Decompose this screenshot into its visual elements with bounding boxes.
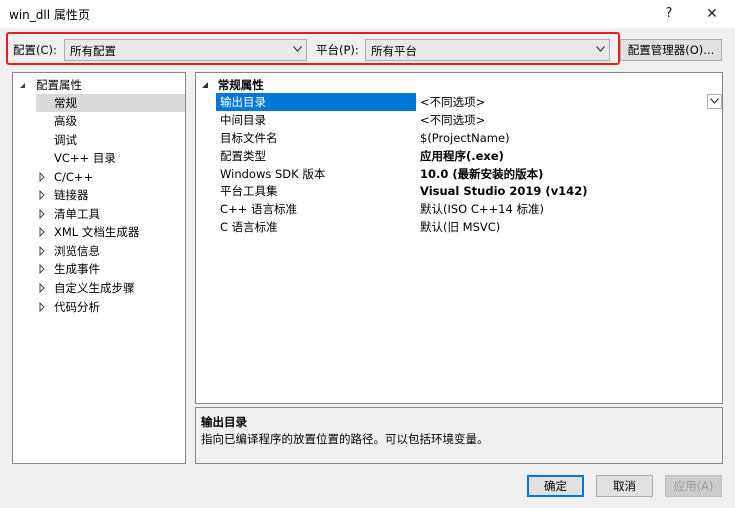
property-row-c-standard[interactable]: C 语言标准 默认(旧 MSVC)	[196, 218, 722, 236]
property-name: C 语言标准	[220, 220, 278, 234]
tree-item-manifest-tool[interactable]: 清单工具	[39, 205, 179, 223]
config-manager-button[interactable]: 配置管理器(O)...	[620, 39, 722, 61]
property-name: 中间目录	[220, 113, 266, 127]
cancel-button[interactable]: 取消	[596, 475, 653, 497]
property-grid: 常规属性 输出目录 <不同选项> 中间目录 <不同选项> 目标文件名 $(Pro…	[195, 72, 723, 404]
tree-item-debugging[interactable]: 调试	[54, 131, 174, 149]
config-select-value: 所有配置	[70, 44, 116, 58]
property-name: 平台工具集	[220, 184, 278, 198]
tree-item-label: 调试	[54, 133, 77, 147]
property-row-sdk-version[interactable]: Windows SDK 版本 10.0 (最新安装的版本)	[196, 165, 722, 183]
property-value[interactable]: $(ProjectName)	[420, 129, 710, 147]
tree-item-label: 清单工具	[54, 207, 100, 221]
tree-item-general[interactable]: 常规	[36, 94, 185, 112]
tree-item-label: C/C++	[54, 170, 94, 184]
tree-item-vc-directories[interactable]: VC++ 目录	[54, 149, 174, 167]
property-name: 输出目录	[216, 93, 416, 111]
property-value[interactable]: <不同选项>	[420, 93, 710, 111]
tree-item-c-cpp[interactable]: C/C++	[39, 168, 179, 186]
tree-item-linker[interactable]: 链接器	[39, 186, 179, 204]
chevron-down-icon	[291, 43, 303, 57]
property-row-target-name[interactable]: 目标文件名 $(ProjectName)	[196, 129, 722, 147]
property-name: Windows SDK 版本	[220, 167, 326, 181]
close-button[interactable]: ✕	[700, 3, 724, 25]
property-tree: 配置属性 常规 高级 调试 VC++ 目录 C/C++ 链接器 清单工具 XML…	[12, 72, 186, 464]
property-value[interactable]: 默认(ISO C++14 标准)	[420, 200, 710, 218]
tree-item-custom-build-step[interactable]: 自定义生成步骤	[39, 279, 179, 297]
tree-item-label: VC++ 目录	[54, 151, 116, 165]
tree-item-label: 自定义生成步骤	[54, 281, 135, 295]
ok-button[interactable]: 确定	[527, 475, 584, 497]
property-row-cpp-standard[interactable]: C++ 语言标准 默认(ISO C++14 标准)	[196, 200, 722, 218]
property-value[interactable]: 应用程序(.exe)	[420, 147, 710, 165]
triangle-down-icon	[202, 82, 212, 91]
property-value[interactable]: Visual Studio 2019 (v142)	[420, 182, 710, 200]
tree-item-label: 链接器	[54, 188, 89, 202]
property-row-output-dir[interactable]: 输出目录 <不同选项>	[196, 93, 722, 111]
platform-label: 平台(P):	[316, 43, 359, 57]
property-row-platform-toolset[interactable]: 平台工具集 Visual Studio 2019 (v142)	[196, 182, 722, 200]
apply-button[interactable]: 应用(A)	[665, 475, 722, 497]
property-name: 目标文件名	[220, 131, 278, 145]
property-value[interactable]: 10.0 (最新安装的版本)	[420, 165, 710, 183]
description-panel: 输出目录 指向已编译程序的放置位置的路径。可以包括环境变量。	[195, 407, 723, 464]
tree-item-label: XML 文档生成器	[54, 225, 140, 239]
tree-item-config-properties[interactable]: 配置属性	[19, 76, 185, 94]
property-value[interactable]: 默认(旧 MSVC)	[420, 218, 710, 236]
property-value[interactable]: <不同选项>	[420, 111, 710, 129]
help-button[interactable]: ?	[657, 3, 681, 25]
chevron-down-icon[interactable]	[707, 94, 722, 109]
tree-item-label: 代码分析	[54, 300, 100, 314]
config-label: 配置(C):	[13, 43, 57, 57]
tree-item-advanced[interactable]: 高级	[54, 112, 174, 130]
platform-select-value: 所有平台	[371, 44, 417, 58]
tree-item-code-analysis[interactable]: 代码分析	[39, 298, 179, 316]
property-row-intermediate-dir[interactable]: 中间目录 <不同选项>	[196, 111, 722, 129]
tree-item-label: 高级	[54, 114, 77, 128]
tree-item-label: 生成事件	[54, 262, 100, 276]
tree-item-browse-info[interactable]: 浏览信息	[39, 242, 179, 260]
window-title: win_dll 属性页	[9, 8, 90, 22]
tree-item-label: 常规	[54, 96, 77, 110]
triangle-right-icon	[39, 298, 45, 323]
config-select[interactable]: 所有配置	[64, 39, 307, 61]
tree-item-xml-doc-generator[interactable]: XML 文档生成器	[39, 223, 179, 241]
title-bar: win_dll 属性页 ? ✕	[0, 0, 735, 28]
description-text: 指向已编译程序的放置位置的路径。可以包括环境变量。	[201, 432, 489, 446]
tree-item-label: 配置属性	[36, 78, 82, 92]
platform-select[interactable]: 所有平台	[365, 39, 610, 61]
chevron-down-icon	[594, 43, 606, 57]
triangle-down-icon	[19, 76, 26, 101]
tree-item-build-events[interactable]: 生成事件	[39, 260, 179, 278]
section-header[interactable]: 常规属性	[202, 76, 264, 94]
property-row-config-type[interactable]: 配置类型 应用程序(.exe)	[196, 147, 722, 165]
section-title: 常规属性	[217, 78, 264, 92]
description-title: 输出目录	[201, 415, 247, 429]
property-name: C++ 语言标准	[220, 202, 297, 216]
tree-item-label: 浏览信息	[54, 244, 100, 258]
property-name: 配置类型	[220, 149, 266, 163]
